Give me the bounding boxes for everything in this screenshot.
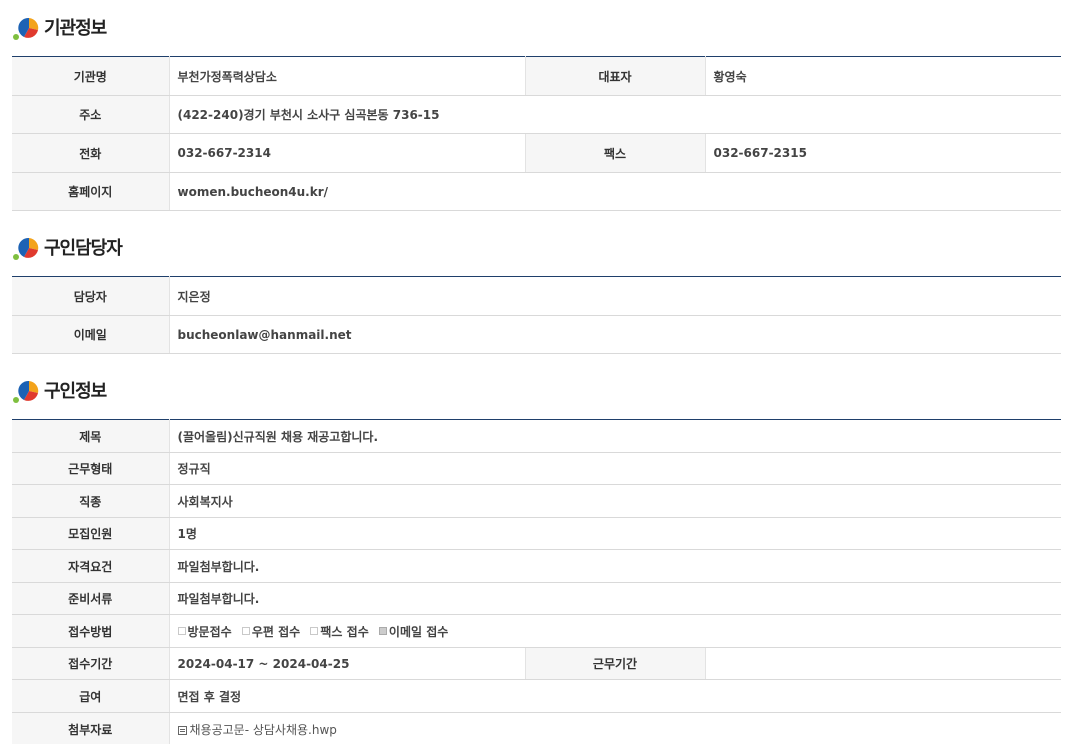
address-value: (422-240)경기 부천시 소사구 심곡본동 736-15: [169, 95, 1061, 134]
section-title-text: 구인정보: [44, 381, 107, 402]
salary-value: 면접 후 결정: [169, 679, 1061, 713]
email-value: bucheonlaw@hanmail.net: [169, 315, 1061, 354]
checkbox-email: [378, 627, 387, 635]
checkbox-visit: [177, 627, 186, 635]
section-title-text: 구인담당자: [44, 238, 123, 259]
work-period-value: [705, 647, 1061, 680]
phone-label: 전화: [12, 133, 170, 173]
method-mail: 우편 접수: [241, 623, 300, 640]
work-period-label: 근무기간: [524, 647, 706, 680]
section-title-text: 기관정보: [44, 18, 107, 39]
documents-label: 준비서류: [12, 582, 170, 615]
job-value: 사회복지사: [169, 484, 1061, 518]
subject-label: 제목: [12, 419, 170, 453]
contact-table: 담당자 지은정 이메일 bucheonlaw@hanmail.net: [12, 276, 1061, 354]
section-bullet-icon: [12, 13, 40, 41]
method-list: 방문접수 우편 접수 팩스 접수 이메일 접수: [169, 614, 1061, 648]
qualification-value: 파일첨부합니다.: [169, 549, 1061, 583]
method-label: 접수방법: [12, 614, 170, 648]
person-value: 지은정: [169, 276, 1061, 316]
count-label: 모집인원: [12, 517, 170, 550]
fax-value: 032-667-2315: [705, 133, 1061, 173]
checkbox-fax: [310, 627, 319, 635]
period-value: 2024-04-17 ~ 2024-04-25: [169, 647, 525, 680]
section-bullet-icon: [12, 376, 40, 404]
rep-label: 대표자: [524, 56, 706, 96]
section-title-job: 구인정보: [12, 375, 107, 405]
subject-value: (끌어올림)신규직원 채용 재공고합니다.: [169, 419, 1061, 453]
person-label: 담당자: [12, 276, 170, 316]
salary-label: 급여: [12, 679, 170, 713]
method-email: 이메일 접수: [378, 623, 448, 640]
org-info-table: 기관명 부천가정폭력상담소 대표자 황영숙 주소 (422-240)경기 부천시…: [12, 56, 1061, 211]
homepage-link[interactable]: women.bucheon4u.kr/: [169, 172, 1061, 211]
org-name-label: 기관명: [12, 56, 170, 96]
org-name-value: 부천가정폭력상담소: [169, 56, 525, 96]
homepage-label: 홈페이지: [12, 172, 170, 211]
section-bullet-icon: [12, 233, 40, 261]
job-table: 제목 (끌어올림)신규직원 채용 재공고합니다. 근무형태 정규직 직종 사회복…: [12, 419, 1061, 744]
qualification-label: 자격요건: [12, 549, 170, 583]
period-label: 접수기간: [12, 647, 170, 680]
rep-value: 황영숙: [705, 56, 1061, 96]
fax-label: 팩스: [524, 133, 706, 173]
attachment-link[interactable]: 채용공고문- 상담사채용.hwp: [190, 723, 337, 737]
email-label: 이메일: [12, 315, 170, 354]
method-visit: 방문접수: [177, 623, 232, 640]
attachment-cell: 채용공고문- 상담사채용.hwp: [169, 712, 1061, 744]
section-title-contact: 구인담당자: [12, 232, 123, 262]
phone-value: 032-667-2314: [169, 133, 525, 173]
section-title-org: 기관정보: [12, 12, 107, 42]
file-icon: [177, 725, 187, 735]
work-type-value: 정규직: [169, 452, 1061, 485]
checkbox-mail: [241, 627, 250, 635]
attachment-label: 첨부자료: [12, 712, 170, 744]
documents-value: 파일첨부합니다.: [169, 582, 1061, 615]
job-label: 직종: [12, 484, 170, 518]
method-fax: 팩스 접수: [310, 623, 369, 640]
address-label: 주소: [12, 95, 170, 134]
count-value: 1명: [169, 517, 1061, 550]
work-type-label: 근무형태: [12, 452, 170, 485]
